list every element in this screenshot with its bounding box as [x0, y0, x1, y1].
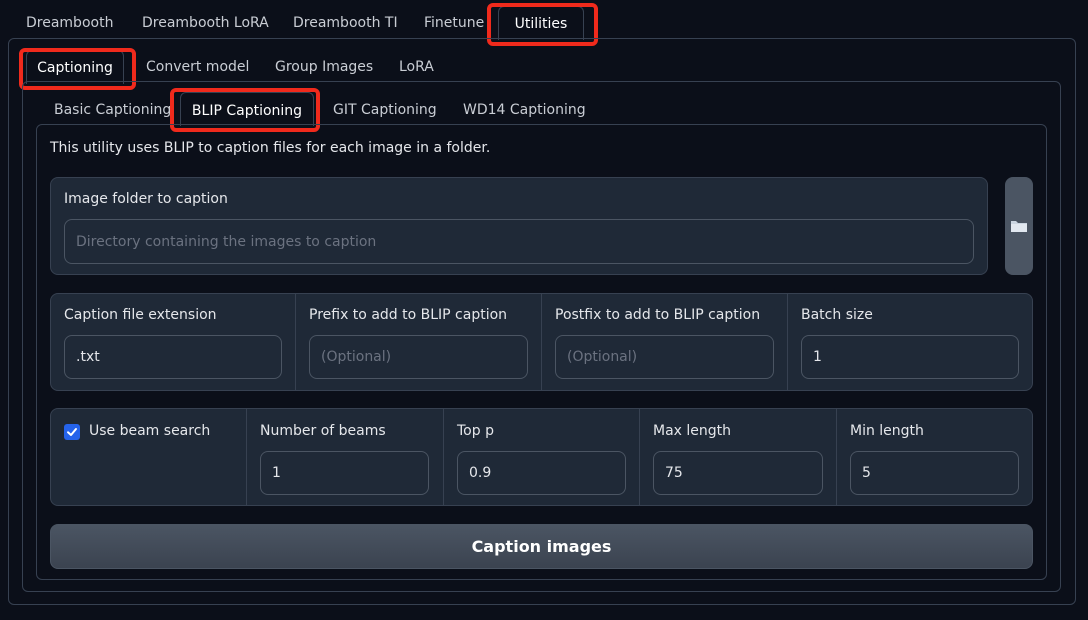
tab-dreambooth[interactable]: Dreambooth: [26, 13, 113, 33]
max-length-label: Max length: [653, 423, 732, 439]
divider: [836, 409, 837, 505]
tab-convert-model[interactable]: Convert model: [146, 57, 249, 77]
batch-size-label: Batch size: [801, 307, 873, 323]
beam-search-label[interactable]: Use beam search: [89, 423, 210, 439]
top-p-input[interactable]: [457, 451, 626, 495]
min-length-label: Min length: [850, 423, 924, 439]
tab-group-images[interactable]: Group Images: [275, 57, 373, 77]
tab-dreambooth-lora[interactable]: Dreambooth LoRA: [142, 13, 269, 33]
divider: [443, 409, 444, 505]
num-beams-label: Number of beams: [260, 423, 386, 439]
max-length-input[interactable]: [653, 451, 823, 495]
caption-images-button[interactable]: Caption images: [50, 524, 1033, 569]
checkmark-icon: [67, 428, 77, 436]
caption-ext-label: Caption file extension: [64, 307, 217, 323]
divider: [246, 409, 247, 505]
caption-ext-input[interactable]: [64, 335, 282, 379]
folder-browse-button[interactable]: [1005, 177, 1033, 275]
description-text: This utility uses BLIP to caption files …: [50, 140, 491, 156]
num-beams-input[interactable]: [260, 451, 429, 495]
divider: [541, 294, 542, 390]
divider: [787, 294, 788, 390]
divider: [295, 294, 296, 390]
tab-basic-captioning[interactable]: Basic Captioning: [54, 100, 171, 120]
top-p-label: Top p: [457, 423, 494, 439]
postfix-input[interactable]: [555, 335, 774, 379]
tab-git-captioning[interactable]: GIT Captioning: [333, 100, 437, 120]
folder-icon: [1011, 221, 1027, 232]
image-folder-label: Image folder to caption: [64, 191, 228, 207]
tab-lora[interactable]: LoRA: [399, 57, 434, 77]
min-length-input[interactable]: [850, 451, 1019, 495]
tab-finetune[interactable]: Finetune: [424, 13, 484, 33]
tab-dreambooth-ti[interactable]: Dreambooth TI: [293, 13, 398, 33]
beam-search-checkbox[interactable]: [64, 424, 80, 440]
postfix-label: Postfix to add to BLIP caption: [555, 307, 761, 323]
prefix-label: Prefix to add to BLIP caption: [309, 307, 508, 323]
prefix-input[interactable]: [309, 335, 528, 379]
image-folder-input[interactable]: [64, 219, 974, 264]
divider: [639, 409, 640, 505]
tab-wd14-captioning[interactable]: WD14 Captioning: [463, 100, 586, 120]
batch-size-input[interactable]: [801, 335, 1019, 379]
